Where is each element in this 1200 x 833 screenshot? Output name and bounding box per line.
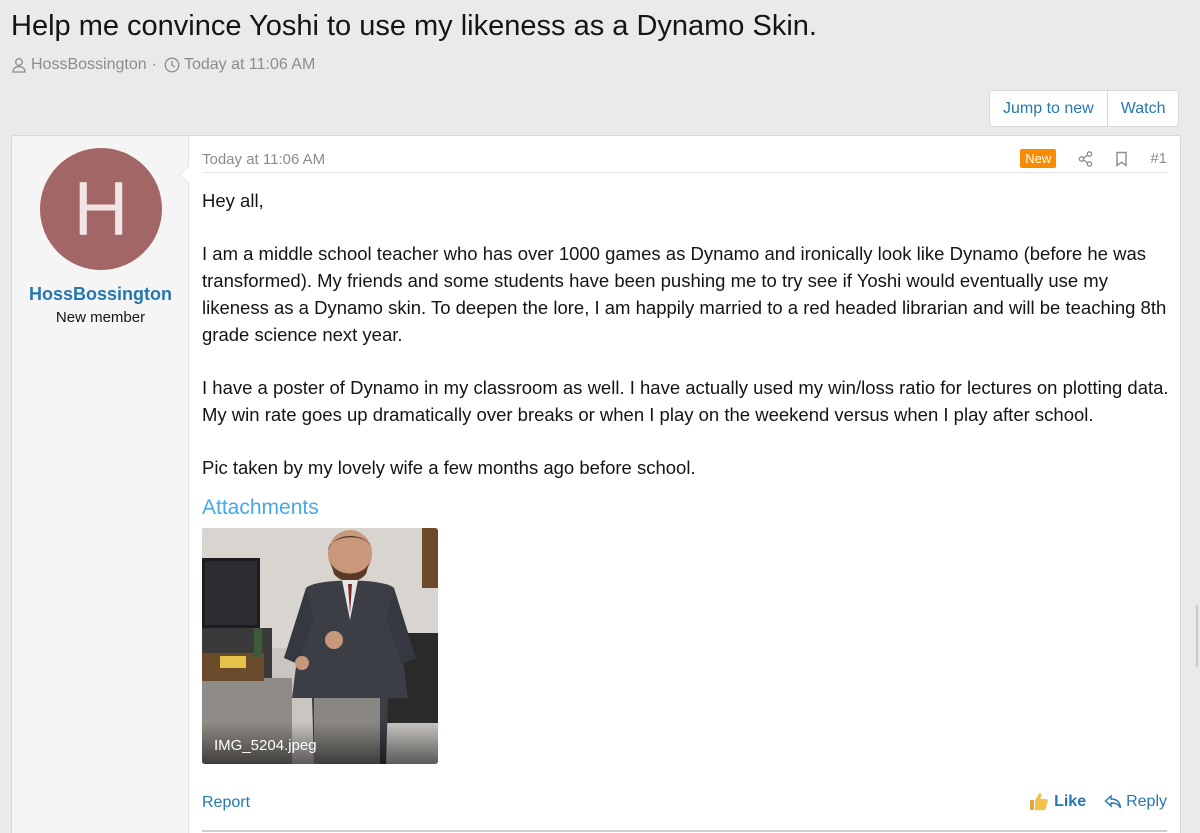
thread-action-buttons: Jump to new Watch <box>989 90 1180 127</box>
reply-icon <box>1104 793 1122 808</box>
bookmark-icon[interactable] <box>1115 151 1128 167</box>
like-label: Like <box>1054 792 1087 810</box>
like-button[interactable]: Like <box>1029 792 1086 811</box>
thread-date[interactable]: Today at 11:06 AM <box>184 56 315 74</box>
page-title: Help me convince Yoshi to use my likenes… <box>11 10 817 42</box>
reply-label: Reply <box>1126 792 1167 810</box>
scrollbar-thumb[interactable] <box>1196 605 1198 667</box>
meta-separator: · <box>151 56 157 73</box>
thumbs-up-icon <box>1030 793 1048 811</box>
avatar[interactable]: H <box>40 148 162 270</box>
attachment-thumbnail[interactable]: IMG_5204.jpeg <box>202 528 438 764</box>
page-scrollbar[interactable] <box>1194 0 1200 833</box>
username[interactable]: HossBossington <box>12 284 189 305</box>
message-post: H HossBossington New member Today at 11:… <box>11 135 1181 833</box>
message-footer: Report Like Reply <box>202 792 1167 818</box>
post-number[interactable]: #1 <box>1150 150 1167 167</box>
new-badge: New <box>1020 149 1057 168</box>
clock-icon <box>164 57 180 73</box>
thread-author[interactable]: HossBossington <box>31 56 147 74</box>
message-paragraph: I have a poster of Dynamo in my classroo… <box>202 376 1169 425</box>
jump-to-new-button[interactable]: Jump to new <box>990 91 1107 126</box>
message-paragraph: I am a middle school teacher who has ove… <box>202 243 1167 345</box>
watch-button[interactable]: Watch <box>1106 91 1179 126</box>
report-link[interactable]: Report <box>202 794 250 812</box>
share-icon[interactable] <box>1078 150 1093 167</box>
message-date[interactable]: Today at 11:06 AM <box>202 151 325 168</box>
user-cell: H HossBossington New member <box>12 136 189 833</box>
user-cell-arrow <box>179 166 189 184</box>
footer-actions: Like Reply <box>1029 792 1167 811</box>
attachment-filename[interactable]: IMG_5204.jpeg <box>214 737 317 754</box>
message-main: Today at 11:06 AM New #1 Hey all, I am a… <box>189 136 1180 833</box>
bottom-divider <box>202 830 1167 832</box>
attachments-title: Attachments <box>202 496 319 519</box>
reply-button[interactable]: Reply <box>1104 793 1167 811</box>
user-icon <box>11 57 27 73</box>
message-body: Hey all, I am a middle school teacher wh… <box>202 188 1172 508</box>
message-paragraph: Pic taken by my lovely wife a few months… <box>202 456 696 478</box>
user-title: New member <box>55 309 146 326</box>
message-header: Today at 11:06 AM New #1 <box>202 149 1167 173</box>
thread-meta: HossBossington · Today at 11:06 AM <box>11 56 315 74</box>
message-header-actions: New #1 <box>1020 149 1167 168</box>
message-paragraph: Hey all, <box>202 190 264 211</box>
